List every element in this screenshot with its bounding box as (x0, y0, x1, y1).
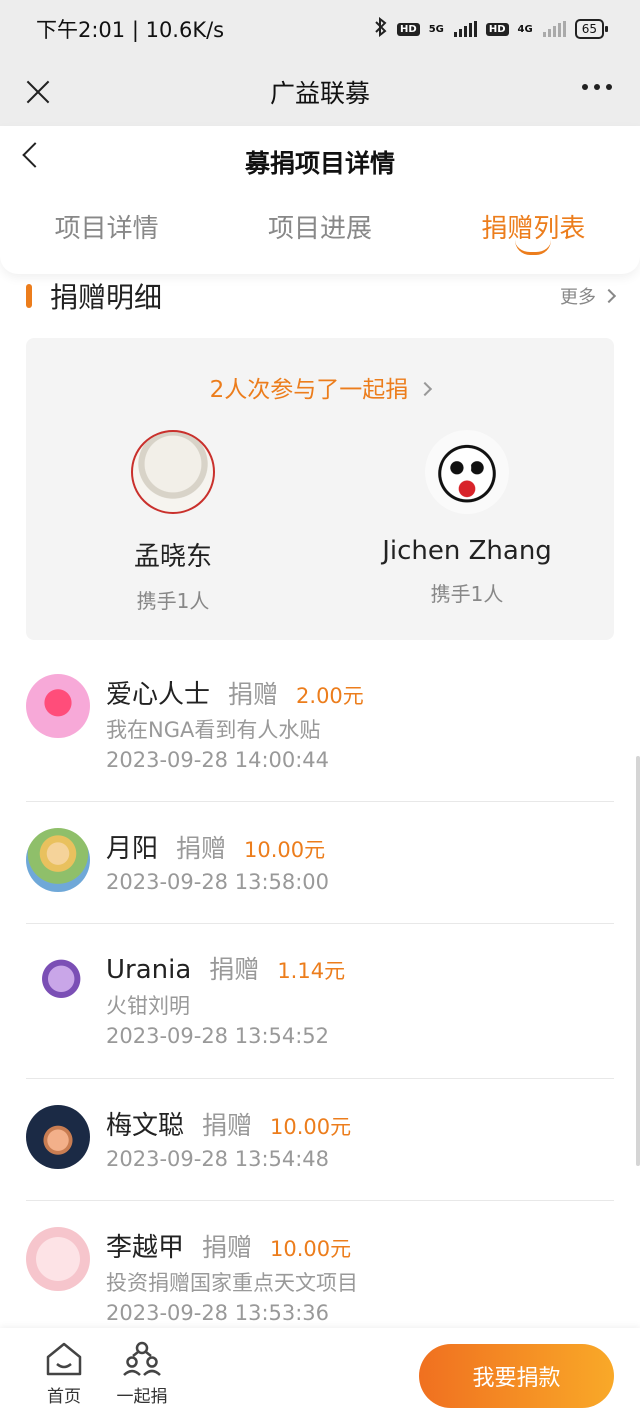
donation-time: 2023-09-28 14:00:44 (106, 748, 330, 772)
donation-time: 2023-09-28 13:58:00 (106, 870, 330, 894)
donor-name: 梅文聪 (106, 1111, 185, 1141)
donation-verb: 捐赠 (202, 1233, 253, 1262)
donation-verb: 捐赠 (209, 955, 260, 984)
donation-message: 我在NGA看到有人水贴 (106, 718, 321, 742)
donation-row[interactable]: 月阳 捐赠 10.00元 2023-09-28 13:58:00 (26, 828, 614, 924)
close-icon[interactable] (18, 72, 58, 112)
donation-message: 投资捐赠国家重点天文项目 (106, 1271, 358, 1295)
donation-header: 月阳 捐赠 10.00元 (106, 828, 325, 865)
page-header: 募捐项目详情 项目详情 项目进展 捐赠列表 (0, 126, 640, 274)
donation-row[interactable]: 李越甲 捐赠 10.00元 投资捐赠国家重点天文项目 2023-09-28 13… (26, 1227, 614, 1328)
donation-header: 李越甲 捐赠 10.00元 (106, 1227, 351, 1264)
donation-amount: 10.00元 (270, 1115, 352, 1139)
tab-bar: 项目详情 项目进展 捐赠列表 (0, 208, 640, 258)
together-participants-text: 2人次参与了一起捐 (209, 377, 409, 403)
donation-header: 梅文聪 捐赠 10.00元 (106, 1105, 351, 1142)
donation-verb: 捐赠 (176, 834, 227, 863)
leader-name: 孟晓东 (133, 542, 212, 572)
donation-row[interactable]: 爱心人士 捐赠 2.00元 我在NGA看到有人水贴 2023-09-28 14:… (26, 674, 614, 802)
leader-sub: 携手1人 (136, 589, 210, 613)
network-5g-label: 5G (428, 23, 444, 35)
donor-name: 李越甲 (106, 1233, 185, 1263)
chevron-right-icon (418, 381, 433, 397)
section-title: 捐赠明细 (50, 281, 163, 314)
nav-together-label: 一起捐 (116, 1387, 168, 1407)
network-4g-label: 4G (517, 23, 533, 35)
page-title: 募捐项目详情 (244, 149, 395, 178)
hd-badge-2: HD (485, 22, 509, 36)
status-time-speed: 下午2:01 | 10.6K/s (36, 18, 225, 42)
more-link-label: 更多 (560, 287, 596, 308)
scrollbar[interactable] (636, 756, 640, 1166)
together-donate-card: 2人次参与了一起捐 孟晓东 携手1人 Jichen Zhang 携手1人 (26, 338, 614, 640)
avatar (26, 828, 90, 892)
donor-name: 爱心人士 (106, 680, 211, 710)
chevron-right-icon (601, 288, 617, 304)
donate-button[interactable]: 我要捐款 (419, 1344, 614, 1408)
donation-time: 2023-09-28 13:54:52 (106, 1024, 330, 1048)
together-leader[interactable]: Jichen Zhang 携手1人 (320, 430, 614, 607)
donation-amount: 10.00元 (244, 838, 326, 862)
avatar (26, 1105, 90, 1169)
section-header: 捐赠明细 更多 (26, 276, 617, 316)
monk-cartoon-avatar (131, 430, 215, 514)
miniprogram-title-bar: 广益联募 (0, 58, 640, 126)
nav-home[interactable]: 首页 (29, 1340, 99, 1407)
signal-icon-2 (542, 21, 566, 37)
donation-time: 2023-09-28 13:54:48 (106, 1147, 330, 1171)
more-link[interactable]: 更多 (560, 283, 617, 309)
avatar (26, 1227, 90, 1291)
nav-home-label: 首页 (47, 1387, 81, 1407)
donation-row[interactable]: Urania 捐赠 1.14元 火钳刘明 2023-09-28 13:54:52 (26, 950, 614, 1079)
bottom-bar: 首页 一起捐 我要捐款 (0, 1328, 640, 1422)
status-icons: HD 5G HD 4G 65 (374, 16, 609, 41)
donation-verb: 捐赠 (228, 680, 279, 709)
donation-amount: 1.14元 (277, 959, 346, 983)
avatar (26, 674, 90, 738)
section-accent-bar (26, 284, 32, 308)
donor-name: Urania (106, 955, 192, 985)
donation-header: 爱心人士 捐赠 2.00元 (106, 674, 364, 711)
leader-sub: 携手1人 (430, 582, 504, 606)
donation-header: Urania 捐赠 1.14元 (106, 950, 345, 986)
battery-icon: 65 (574, 19, 609, 39)
tab-donation-list[interactable]: 捐赠列表 (427, 208, 640, 258)
donation-amount: 10.00元 (270, 1237, 352, 1261)
status-bar: 下午2:01 | 10.6K/s HD 5G HD 4G 65 (0, 0, 640, 58)
hd-badge: HD (397, 22, 420, 36)
nav-together[interactable]: 一起捐 (107, 1340, 177, 1407)
donation-verb: 捐赠 (202, 1111, 253, 1140)
leader-name: Jichen Zhang (382, 536, 552, 566)
home-icon (46, 1342, 82, 1376)
miniprogram-title: 广益联募 (269, 79, 370, 108)
donation-time: 2023-09-28 13:53:36 (106, 1301, 330, 1325)
donor-name: 月阳 (106, 834, 159, 864)
together-leader[interactable]: 孟晓东 携手1人 (26, 430, 320, 614)
donation-message: 火钳刘明 (106, 994, 190, 1018)
avatar (26, 950, 90, 1014)
tab-project-details[interactable]: 项目详情 (0, 208, 213, 258)
together-participants-link[interactable]: 2人次参与了一起捐 (26, 370, 614, 404)
people-group-icon (123, 1341, 161, 1376)
donation-amount: 2.00元 (296, 684, 364, 708)
more-options-icon[interactable] (582, 84, 612, 90)
bluetooth-icon (374, 16, 388, 41)
signal-icon (453, 21, 477, 37)
panda-avatar (425, 430, 509, 514)
donation-row[interactable]: 梅文聪 捐赠 10.00元 2023-09-28 13:54:48 (26, 1105, 614, 1201)
tab-project-progress[interactable]: 项目进展 (213, 208, 426, 258)
